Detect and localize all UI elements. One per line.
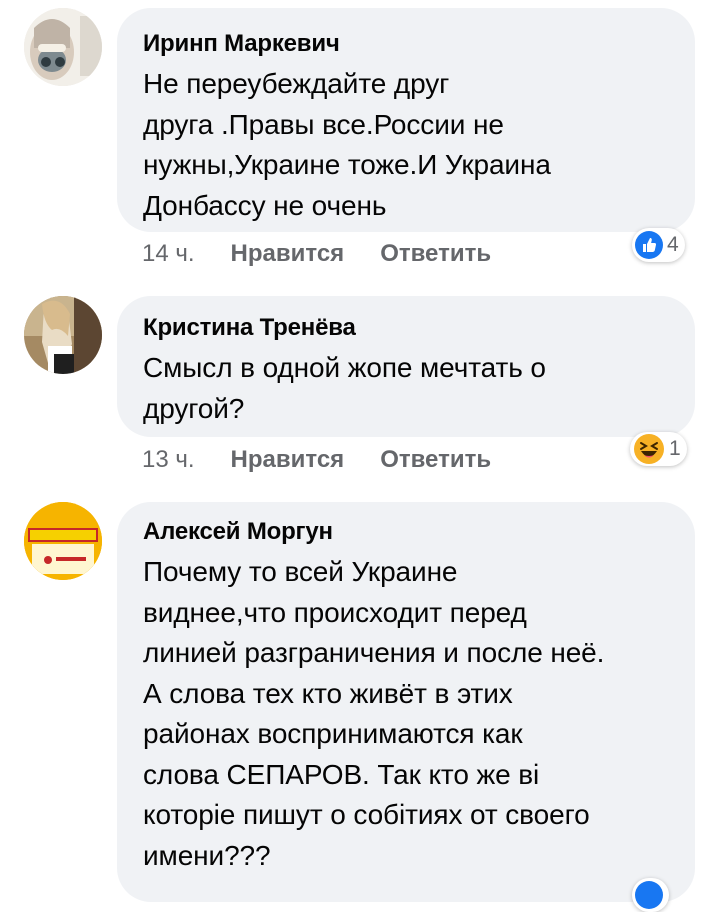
avatar[interactable] <box>24 8 102 86</box>
comment-bubble: Алексей Моргун Почему то всей Украине ви… <box>117 502 695 902</box>
comment-time[interactable]: 14 ч. <box>142 240 195 267</box>
comment-author[interactable]: Кристина Тренёва <box>143 314 669 342</box>
reaction-count: 4 <box>667 233 679 256</box>
comment-meta: 14 ч. Нравится Ответить <box>142 240 527 268</box>
like-icon <box>635 231 663 259</box>
avatar[interactable] <box>24 502 102 580</box>
avatar-image <box>24 8 102 86</box>
comment-time[interactable]: 13 ч. <box>142 446 195 473</box>
comment-text: Почему то всей Украине виднее,что происх… <box>143 556 605 871</box>
like-icon <box>635 881 663 909</box>
reaction-summary[interactable]: 1 <box>630 432 687 466</box>
comment-bubble: Иринп Маркевич Не переубеждайте друг дру… <box>117 8 695 232</box>
like-button[interactable]: Нравится <box>231 446 345 473</box>
avatar-image <box>24 296 102 374</box>
comment-bubble: Кристина Тренёва Смысл в одной жопе мечт… <box>117 296 695 437</box>
avatar[interactable] <box>24 296 102 374</box>
reply-button[interactable]: Ответить <box>380 446 491 473</box>
comment-author[interactable]: Иринп Маркевич <box>143 30 669 58</box>
reaction-summary[interactable] <box>632 878 669 912</box>
comment-meta: 13 ч. Нравится Ответить <box>142 446 527 474</box>
like-button[interactable]: Нравится <box>231 240 345 267</box>
reply-button[interactable]: Ответить <box>380 240 491 267</box>
avatar-image <box>24 502 102 580</box>
comment-text: Смысл в одной жопе мечтать о другой? <box>143 352 546 424</box>
comment-author[interactable]: Алексей Моргун <box>143 518 669 546</box>
haha-icon <box>634 434 664 464</box>
reaction-summary[interactable]: 4 <box>632 228 685 262</box>
reaction-count: 1 <box>669 437 681 460</box>
comment-text: Не переубеждайте друг друга .Правы все.Р… <box>143 68 551 221</box>
